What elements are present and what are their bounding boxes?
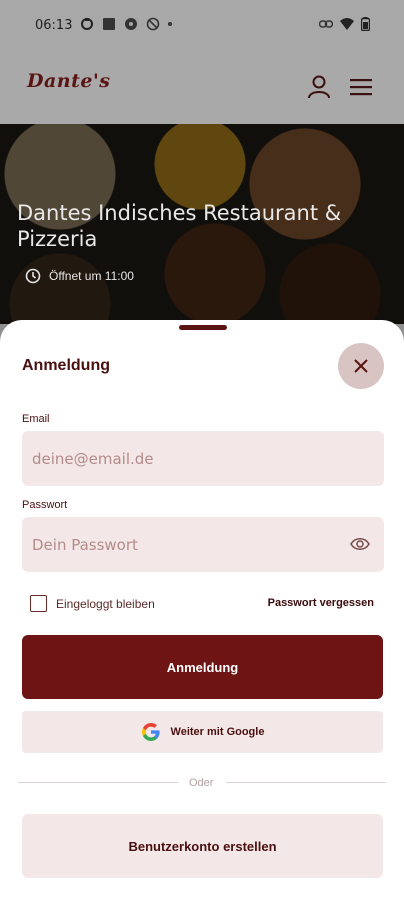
status-time: 06:13 bbox=[35, 18, 73, 33]
email-label: Email bbox=[22, 413, 50, 425]
hamburger-menu-icon[interactable] bbox=[350, 78, 372, 96]
sync-icon bbox=[81, 18, 93, 30]
clock-icon bbox=[25, 268, 41, 284]
link-icon bbox=[319, 20, 333, 28]
opening-hours: Öffnet um 11:00 bbox=[25, 268, 134, 284]
app-icon bbox=[103, 18, 115, 30]
google-icon bbox=[141, 723, 160, 741]
login-button[interactable]: Anmeldung bbox=[22, 635, 383, 699]
wifi-icon bbox=[340, 18, 354, 30]
app-header: Dante's bbox=[0, 52, 404, 124]
login-sheet: Anmeldung Email Passwort Eingeloggt blei… bbox=[0, 320, 404, 900]
sheet-title: Anmeldung bbox=[22, 357, 110, 374]
password-field-container bbox=[22, 517, 384, 572]
create-account-button[interactable]: Benutzerkonto erstellen bbox=[22, 814, 383, 878]
user-icon[interactable] bbox=[306, 74, 332, 100]
forgot-password-link[interactable]: Passwort vergessen bbox=[268, 597, 374, 609]
email-field-container bbox=[22, 431, 384, 486]
remember-checkbox[interactable] bbox=[30, 595, 47, 612]
google-button-label: Weiter mit Google bbox=[170, 726, 265, 738]
notification-dot-icon bbox=[168, 22, 172, 26]
dnd-icon bbox=[146, 17, 160, 31]
divider-right bbox=[226, 782, 386, 783]
opening-hours-text: Öffnet um 11:00 bbox=[49, 269, 134, 283]
status-bar: 06:13 bbox=[0, 0, 404, 52]
divider-left bbox=[18, 782, 178, 783]
remember-me[interactable]: Eingeloggt bleiben bbox=[30, 595, 155, 612]
email-field[interactable] bbox=[22, 431, 384, 486]
status-icons-left bbox=[80, 17, 172, 31]
hero-banner: Dantes Indisches Restaurant & Pizzeria Ö… bbox=[0, 124, 404, 324]
close-button[interactable] bbox=[338, 343, 384, 389]
close-icon bbox=[354, 359, 368, 373]
password-field[interactable] bbox=[22, 517, 384, 572]
password-label: Passwort bbox=[22, 499, 68, 511]
sheet-drag-handle[interactable] bbox=[179, 325, 227, 330]
google-login-button[interactable]: Weiter mit Google bbox=[22, 711, 383, 753]
alert-icon bbox=[125, 18, 137, 30]
restaurant-name: Dantes Indisches Restaurant & Pizzeria bbox=[17, 201, 342, 251]
restaurant-logo[interactable]: Dante's bbox=[27, 70, 110, 92]
divider-text: Oder bbox=[189, 777, 214, 789]
status-icons-right bbox=[319, 17, 370, 31]
eye-icon[interactable] bbox=[350, 536, 370, 552]
battery-icon bbox=[361, 17, 370, 31]
remember-label[interactable]: Eingeloggt bleiben bbox=[56, 597, 155, 611]
